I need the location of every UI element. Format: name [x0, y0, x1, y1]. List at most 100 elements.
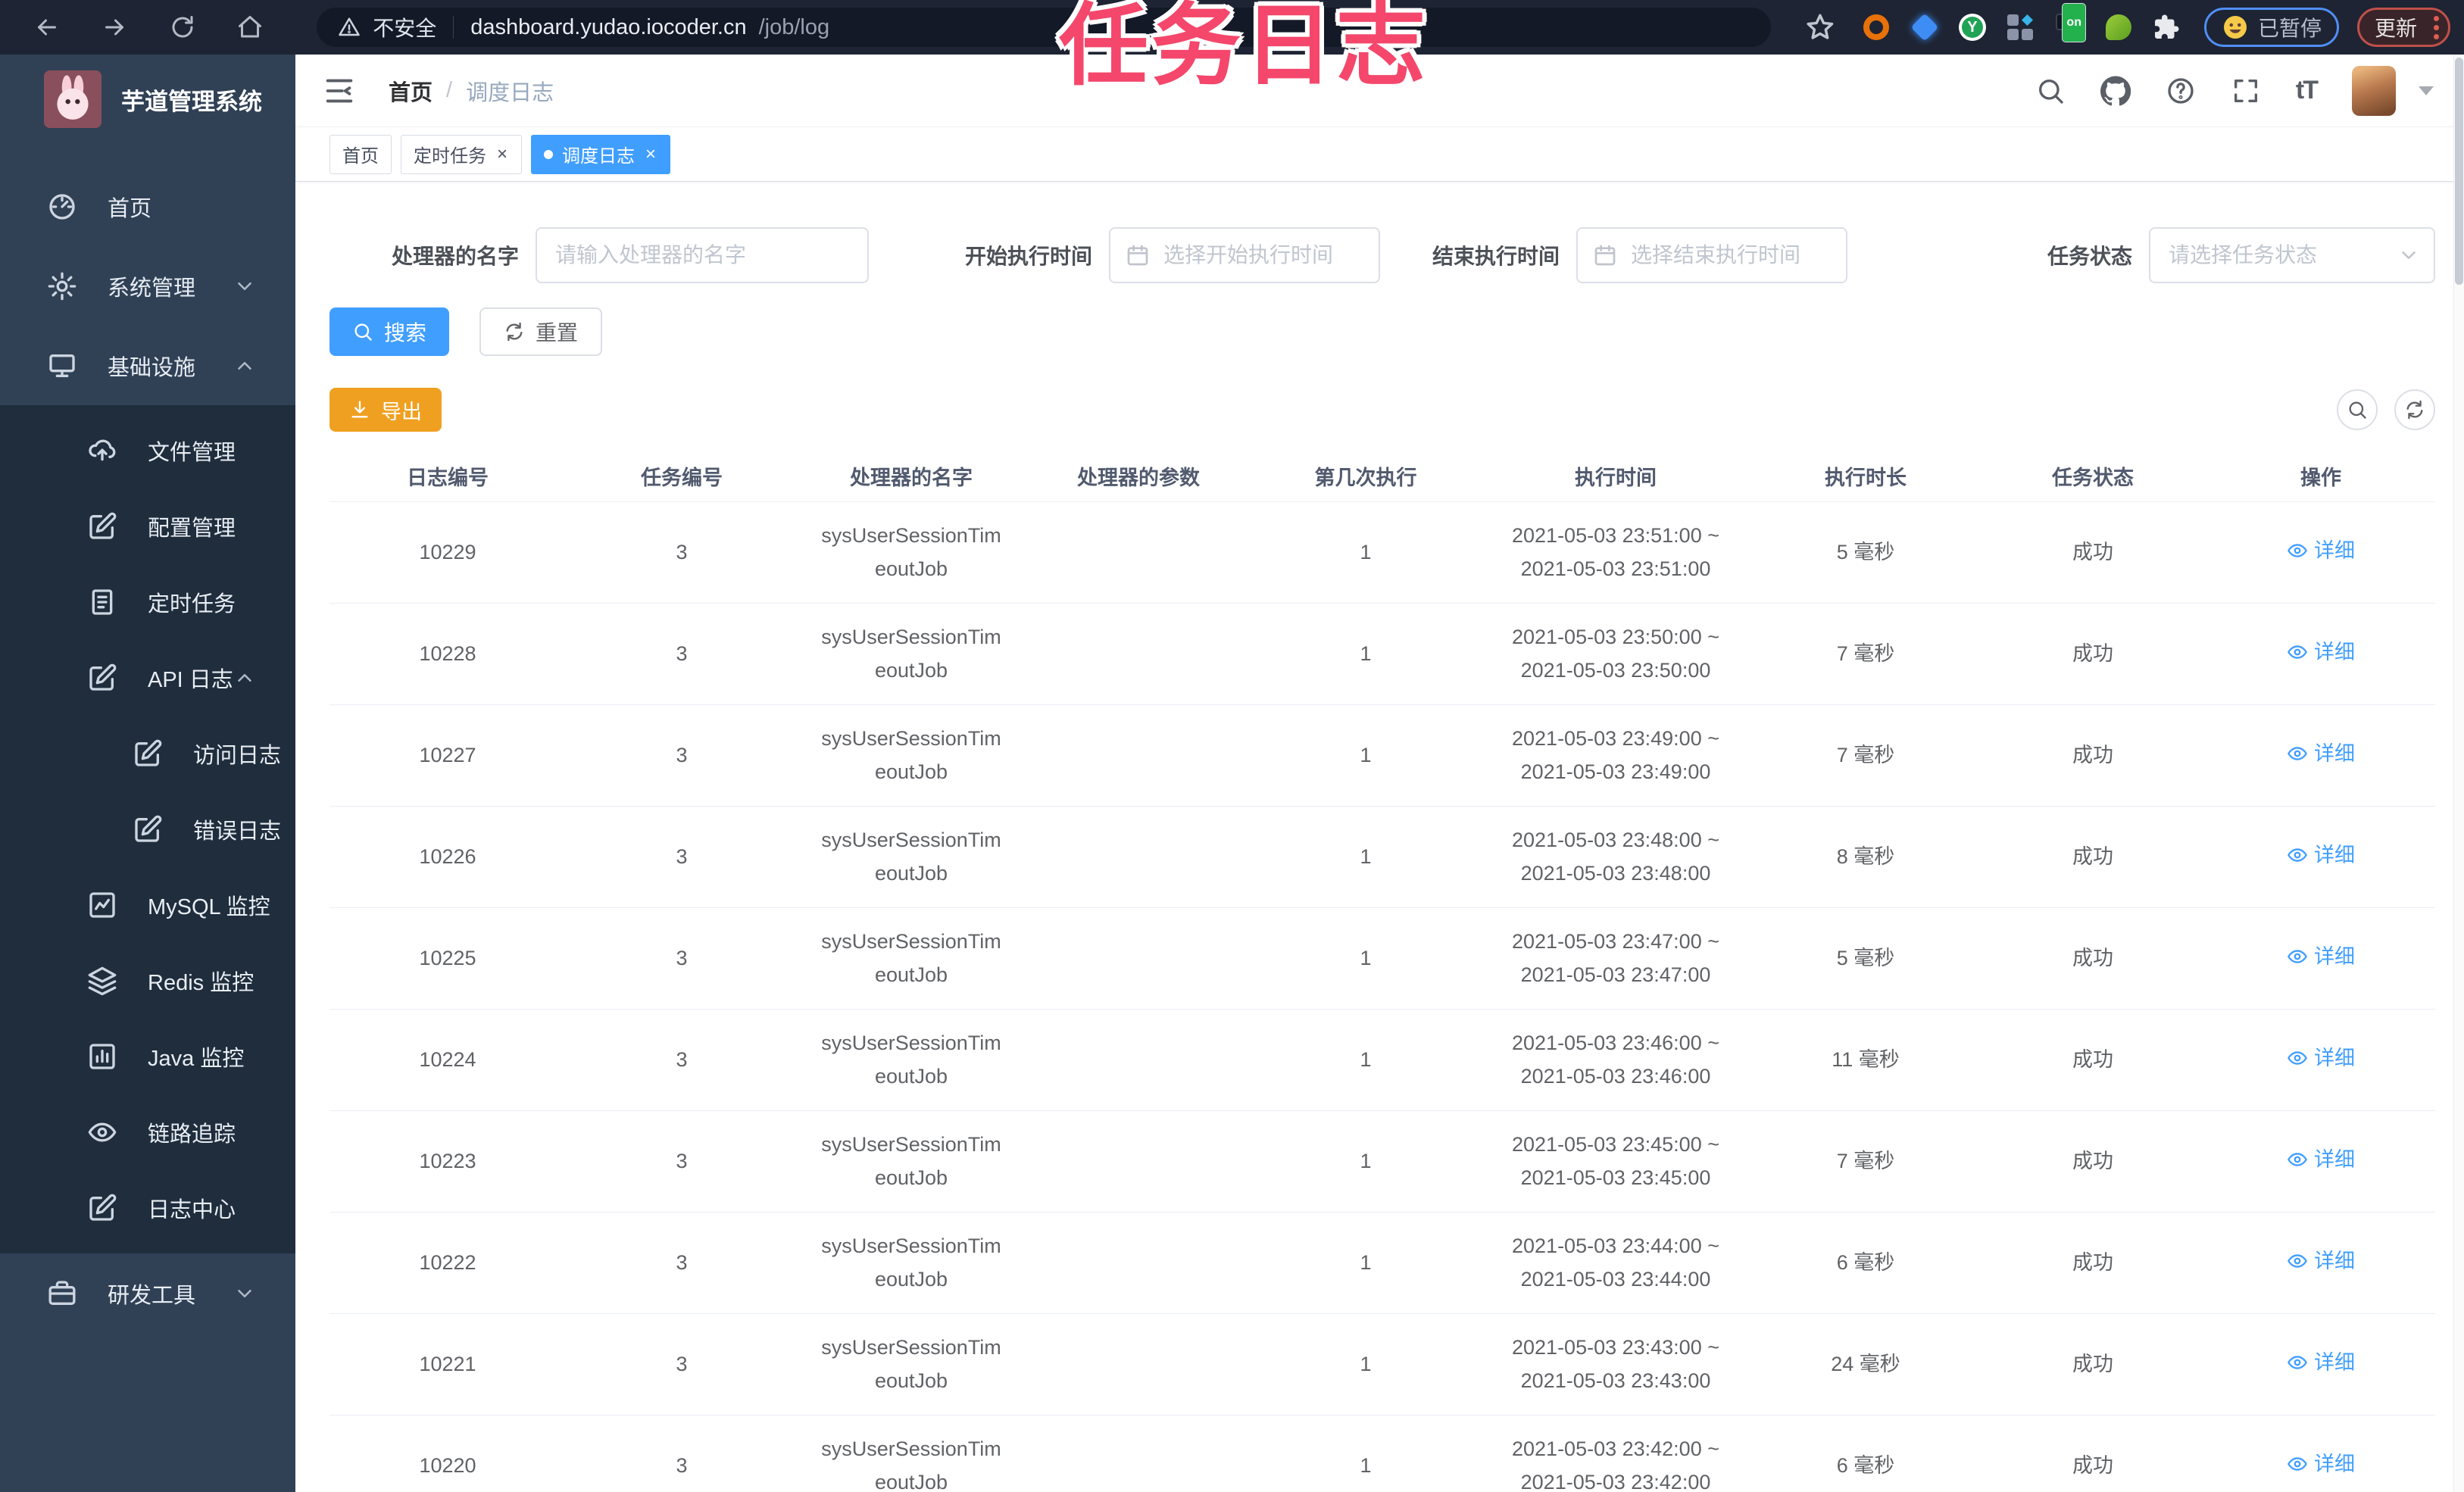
browser-back-button[interactable]: [15, 6, 79, 48]
cell-log-id: 10228: [329, 603, 566, 705]
close-tab-icon[interactable]: ×: [644, 145, 657, 164]
sidebar-toggle-icon[interactable]: [322, 73, 357, 108]
reload-icon: [169, 14, 196, 41]
detail-link[interactable]: 详细: [2287, 1346, 2355, 1379]
eye-icon: [2287, 1453, 2308, 1475]
cell-log-id: 10226: [329, 806, 566, 908]
cell-execute-index: 1: [1252, 501, 1479, 604]
avatar-caret-icon[interactable]: [2419, 86, 2434, 95]
update-button[interactable]: 更新: [2356, 8, 2450, 47]
detail-link[interactable]: 详细: [2287, 1447, 2355, 1481]
browser-home-button[interactable]: [219, 6, 283, 48]
cell-duration: 5 毫秒: [1752, 501, 1979, 604]
detail-link[interactable]: 详细: [2287, 534, 2355, 567]
extension-blue-icon[interactable]: [1910, 13, 1939, 42]
sidebar-item-1[interactable]: 系统管理: [0, 246, 295, 326]
sidebar-item-10[interactable]: Redis 监控: [0, 943, 295, 1019]
cell-execute-index: 1: [1252, 806, 1479, 908]
app-logo-row[interactable]: 芋道管理系统: [0, 55, 295, 144]
user-avatar[interactable]: [2352, 65, 2396, 116]
paused-badge[interactable]: 已暂停: [2203, 8, 2339, 47]
detail-link[interactable]: 详细: [2287, 737, 2355, 770]
chart-square-icon: [87, 890, 117, 920]
sidebar-item-11[interactable]: Java 监控: [0, 1019, 295, 1094]
detail-link[interactable]: 详细: [2287, 940, 2355, 973]
cell-execute-time: 2021-05-03 23:44:00 ~2021-05-03 23:44:00: [1479, 1212, 1752, 1314]
fullscreen-icon[interactable]: [2231, 76, 2261, 106]
detail-link[interactable]: 详细: [2287, 838, 2355, 872]
eye-icon: [87, 1117, 117, 1147]
tab-2[interactable]: 调度日志 ×: [531, 134, 671, 174]
refresh-table-button[interactable]: [2394, 389, 2435, 430]
detail-link[interactable]: 详细: [2287, 635, 2355, 669]
topbar: 首页 / 调度日志 tT: [295, 55, 2464, 127]
breadcrumb-home[interactable]: 首页: [389, 75, 433, 107]
cell-log-id: 10220: [329, 1415, 566, 1492]
tab-label: 调度日志: [562, 146, 636, 167]
handler-name-input[interactable]: [536, 227, 869, 283]
sidebar-item-2[interactable]: 基础设施: [0, 326, 295, 405]
font-size-icon[interactable]: tT: [2296, 76, 2319, 105]
extension-on-icon[interactable]: on: [2054, 3, 2086, 42]
sidebar-item-12[interactable]: 链路追踪: [0, 1094, 295, 1170]
detail-link[interactable]: 详细: [2287, 1143, 2355, 1176]
detail-link[interactable]: 详细: [2287, 1041, 2355, 1075]
cell-execute-index: 1: [1252, 1313, 1479, 1416]
end-time-field-wrap: [1576, 227, 1847, 283]
job-status-select-wrap: [2149, 227, 2435, 283]
extension-grid-icon[interactable]: [2006, 13, 2035, 42]
sidebar-item-7[interactable]: 访问日志: [0, 716, 295, 791]
bookmark-star-icon[interactable]: [1804, 11, 1836, 44]
smiley-icon: [2222, 14, 2249, 41]
job-status-select[interactable]: [2149, 227, 2435, 283]
cell-execute-time: 2021-05-03 23:51:00 ~2021-05-03 23:51:00: [1479, 501, 1752, 604]
update-label: 更新: [2374, 17, 2417, 40]
extensions-puzzle-icon[interactable]: [2153, 14, 2180, 41]
breadcrumb-current: 调度日志: [466, 80, 554, 105]
sidebar-item-6[interactable]: API 日志: [0, 640, 295, 716]
browser-menu-icon[interactable]: [2434, 15, 2439, 39]
browser-reload-button[interactable]: [151, 6, 214, 48]
sidebar: 芋道管理系统 首页 系统管理基础设施文件管理配置管理 定时任务 API 日志 访问日志错…: [0, 55, 295, 1492]
sidebar-item-13[interactable]: 日志中心: [0, 1170, 295, 1246]
sidebar-item-label: 文件管理: [148, 441, 236, 465]
browser-forward-button[interactable]: [83, 6, 147, 48]
edit-square-icon: [133, 738, 163, 769]
insecure-warning-icon: [338, 16, 361, 39]
close-tab-icon[interactable]: ×: [495, 145, 509, 164]
cell-execute-time: 2021-05-03 23:42:00 ~2021-05-03 23:42:00: [1479, 1415, 1752, 1492]
cell-execute-index: 1: [1252, 1009, 1479, 1111]
toggle-search-button[interactable]: [2337, 389, 2378, 430]
search-button[interactable]: 搜索: [329, 307, 450, 356]
sidebar-item-9[interactable]: MySQL 监控: [0, 867, 295, 943]
export-button[interactable]: 导出: [329, 388, 442, 432]
sidebar-item-3[interactable]: 文件管理: [0, 413, 295, 488]
extensions-row: Y on: [1862, 3, 2180, 42]
extension-orange-icon[interactable]: [1862, 13, 1891, 42]
tab-0[interactable]: 首页: [329, 134, 392, 174]
column-header: 任务编号: [566, 451, 798, 502]
sidebar-item-5[interactable]: 定时任务: [0, 564, 295, 640]
github-icon[interactable]: [2100, 75, 2131, 106]
dashboard-icon: [47, 192, 77, 222]
sidebar-item-14[interactable]: 研发工具: [0, 1253, 295, 1333]
reset-button[interactable]: 重置: [479, 307, 603, 356]
extension-green-icon[interactable]: Y: [1958, 14, 1986, 41]
cell-status: 成功: [1979, 1212, 2206, 1314]
extension-leaf-icon[interactable]: [2104, 13, 2133, 42]
tab-1[interactable]: 定时任务 ×: [401, 134, 523, 174]
sidebar-item-8[interactable]: 错误日志: [0, 791, 295, 867]
address-bar[interactable]: 不安全 dashboard.yudao.iocoder.cn/job/log: [317, 8, 1772, 47]
sidebar-item-label: 研发工具: [108, 1283, 196, 1308]
help-icon[interactable]: [2166, 76, 2196, 106]
detail-link[interactable]: 详细: [2287, 1244, 2355, 1278]
page-scrollbar[interactable]: [2453, 55, 2464, 1492]
sidebar-item-0[interactable]: 首页: [0, 167, 295, 246]
sidebar-item-4[interactable]: 配置管理: [0, 488, 295, 564]
cell-handler-name: sysUserSessionTim eoutJob: [798, 1009, 1025, 1111]
scrollbar-thumb[interactable]: [2455, 58, 2463, 285]
sidebar-item-label: 基础设施: [108, 355, 196, 380]
header-search-icon[interactable]: [2035, 76, 2066, 106]
cell-execute-time: 2021-05-03 23:45:00 ~2021-05-03 23:45:00: [1479, 1110, 1752, 1213]
cell-job-id: 3: [566, 1009, 798, 1111]
